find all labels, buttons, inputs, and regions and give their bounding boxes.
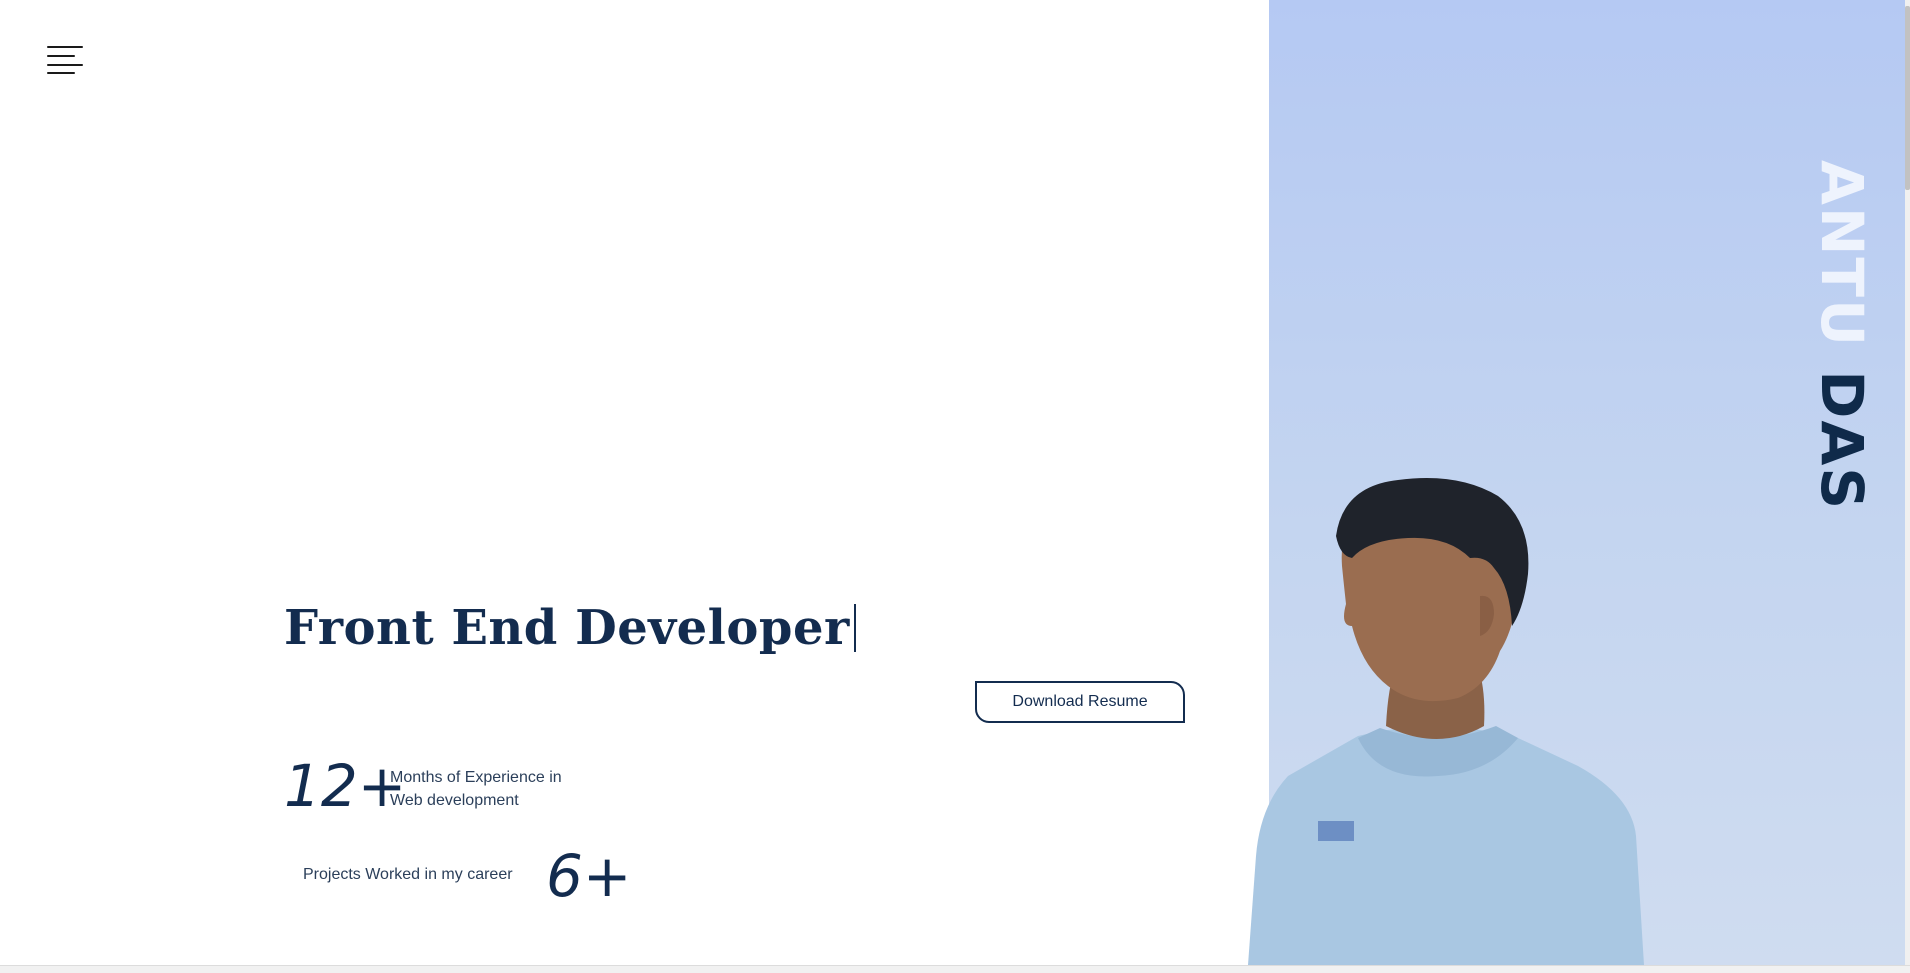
menu-line: [47, 64, 83, 66]
headline-text: Front End Developer: [284, 600, 850, 656]
experience-line-1: Months of Experience in: [390, 769, 562, 786]
name-last: DAS: [1808, 370, 1876, 512]
download-resume-button[interactable]: Download Resume: [975, 681, 1185, 723]
typing-caret: [853, 604, 856, 652]
page-headline: Front End Developer: [284, 600, 856, 656]
scrollbar-thumb[interactable]: [1905, 6, 1910, 190]
projects-label: Projects Worked in my career: [303, 866, 513, 883]
experience-number: 12+: [284, 752, 407, 820]
menu-line: [47, 46, 83, 48]
hamburger-menu-icon[interactable]: [47, 46, 83, 76]
name-first: ANTU: [1808, 160, 1876, 349]
experience-line-2: Web development: [390, 792, 519, 809]
menu-line: [47, 72, 75, 74]
experience-description: Months of Experience in Web development: [390, 766, 562, 812]
vertical-name: ANTU DAS: [1808, 160, 1876, 511]
portrait-photo: [1248, 478, 1644, 965]
menu-line: [47, 55, 75, 57]
projects-number: 6+: [546, 842, 632, 910]
vertical-scrollbar[interactable]: [1905, 0, 1910, 965]
